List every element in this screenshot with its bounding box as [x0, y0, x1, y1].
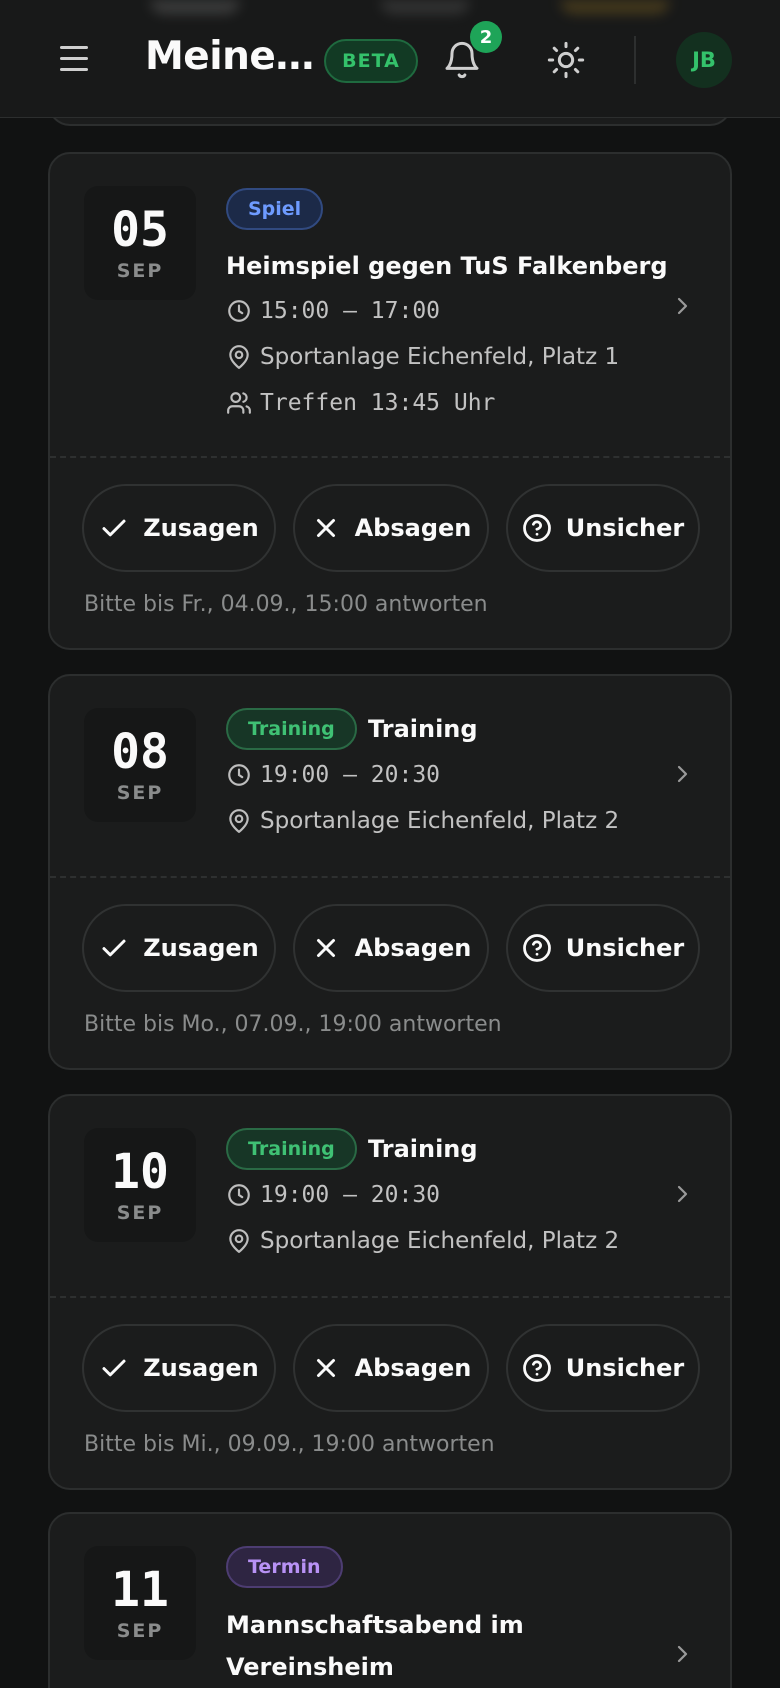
header-glow — [380, 0, 470, 14]
users-icon — [227, 392, 251, 414]
response-deadline: Bitte bis Mo., 07.09., 19:00 antworten — [84, 1012, 502, 1037]
unsure-button[interactable]: Unsicher — [506, 484, 700, 572]
event-day: 10 — [111, 1144, 169, 1200]
accept-button[interactable]: Zusagen — [82, 1324, 276, 1412]
unsure-button[interactable]: Unsicher — [506, 904, 700, 992]
header-glow — [560, 0, 670, 14]
avatar[interactable]: JB — [676, 32, 732, 88]
close-icon — [316, 519, 335, 537]
date-box: 10 SEP — [84, 1128, 196, 1242]
event-location-row: Sportanlage Eichenfeld, Platz 1 — [226, 344, 619, 370]
event-day: 08 — [111, 724, 169, 780]
event-title[interactable]: Training — [368, 1128, 478, 1170]
event-day: 05 — [111, 202, 169, 258]
check-icon — [102, 1359, 126, 1377]
menu-icon[interactable] — [60, 44, 90, 72]
map-pin-icon — [229, 1229, 249, 1253]
unsure-label: Unsicher — [565, 1354, 685, 1382]
event-card: 08 SEP Training Training 19:00 – 20:30 S… — [48, 674, 732, 1070]
chevron-right-icon[interactable] — [670, 1642, 694, 1666]
event-month: SEP — [116, 782, 164, 804]
event-time: 19:00 – 20:30 — [260, 762, 441, 788]
sun-icon[interactable] — [546, 40, 586, 80]
unsure-label: Unsicher — [565, 514, 685, 542]
map-pin-icon — [229, 345, 249, 369]
event-month: SEP — [116, 1202, 164, 1224]
page-title: Meine… — [145, 34, 314, 79]
event-title[interactable]: Training — [368, 708, 478, 750]
event-meeting-row: Treffen 13:45 Uhr — [226, 390, 495, 416]
date-box: 11 SEP — [84, 1546, 196, 1660]
decline-label: Absagen — [354, 1354, 472, 1382]
event-time: 19:00 – 20:30 — [260, 1182, 441, 1208]
unsure-label: Unsicher — [565, 934, 685, 962]
beta-badge: BETA — [324, 39, 418, 83]
close-icon — [316, 939, 335, 957]
event-location-row: Sportanlage Eichenfeld, Platz 2 — [226, 1228, 619, 1254]
event-type-badge: Spiel — [226, 188, 324, 230]
help-circle-icon — [522, 934, 551, 962]
date-box: 08 SEP — [84, 708, 196, 822]
map-pin-icon — [229, 809, 249, 833]
event-type-badge: Training — [226, 1128, 357, 1170]
card-divider — [50, 1296, 730, 1298]
event-card: 11 SEP Termin Mannschaftsabend im Verein… — [48, 1512, 732, 1688]
chevron-right-icon[interactable] — [670, 1182, 694, 1206]
clock-icon — [228, 300, 250, 322]
event-title-line: Mannschaftsabend im — [226, 1611, 524, 1639]
date-box: 05 SEP — [84, 186, 196, 300]
event-location: Sportanlage Eichenfeld, Platz 1 — [260, 344, 620, 370]
help-circle-icon — [522, 1354, 551, 1382]
event-meeting-time: Treffen 13:45 Uhr — [260, 390, 496, 416]
event-location: Sportanlage Eichenfeld, Platz 2 — [260, 808, 620, 834]
clock-icon — [228, 764, 250, 786]
event-title[interactable]: Heimspiel gegen TuS Falkenberg — [226, 245, 668, 287]
event-title[interactable]: Mannschaftsabend im Vereinsheim — [226, 1604, 524, 1688]
decline-button[interactable]: Absagen — [293, 1324, 489, 1412]
accept-label: Zusagen — [143, 514, 259, 542]
event-time-row: 19:00 – 20:30 — [226, 762, 440, 788]
clock-icon — [228, 1184, 250, 1206]
event-title-line: Vereinsheim — [226, 1653, 394, 1681]
event-card: 10 SEP Training Training 19:00 – 20:30 S… — [48, 1094, 732, 1490]
event-time-row: 15:00 – 17:00 — [226, 298, 440, 324]
accept-button[interactable]: Zusagen — [82, 904, 276, 992]
app-header: Meine… BETA 2 JB — [0, 0, 780, 118]
decline-label: Absagen — [354, 934, 472, 962]
close-icon — [316, 1359, 335, 1377]
chevron-right-icon[interactable] — [670, 294, 694, 318]
card-divider — [50, 456, 730, 458]
header-divider — [634, 36, 636, 84]
header-glow — [150, 0, 240, 14]
event-location: Sportanlage Eichenfeld, Platz 2 — [260, 1228, 620, 1254]
accept-label: Zusagen — [143, 1354, 259, 1382]
accept-button[interactable]: Zusagen — [82, 484, 276, 572]
event-month: SEP — [116, 260, 164, 282]
chevron-right-icon[interactable] — [670, 762, 694, 786]
response-deadline: Bitte bis Mi., 09.09., 19:00 antworten — [84, 1432, 495, 1457]
event-month: SEP — [116, 1620, 164, 1642]
event-card: 05 SEP Spiel Heimspiel gegen TuS Falkenb… — [48, 152, 732, 650]
decline-label: Absagen — [354, 514, 472, 542]
unsure-button[interactable]: Unsicher — [506, 1324, 700, 1412]
card-divider — [50, 876, 730, 878]
decline-button[interactable]: Absagen — [293, 904, 489, 992]
event-type-badge: Termin — [226, 1546, 343, 1588]
event-type-badge: Training — [226, 708, 357, 750]
event-day: 11 — [111, 1562, 169, 1618]
event-time: 15:00 – 17:00 — [260, 298, 441, 324]
decline-button[interactable]: Absagen — [293, 484, 489, 572]
help-circle-icon — [522, 514, 551, 542]
notification-count-badge: 2 — [470, 21, 502, 53]
response-deadline: Bitte bis Fr., 04.09., 15:00 antworten — [84, 592, 488, 617]
check-icon — [102, 939, 126, 957]
check-icon — [102, 519, 126, 537]
event-location-row: Sportanlage Eichenfeld, Platz 2 — [226, 808, 619, 834]
accept-label: Zusagen — [143, 934, 259, 962]
event-time-row: 19:00 – 20:30 — [226, 1182, 440, 1208]
